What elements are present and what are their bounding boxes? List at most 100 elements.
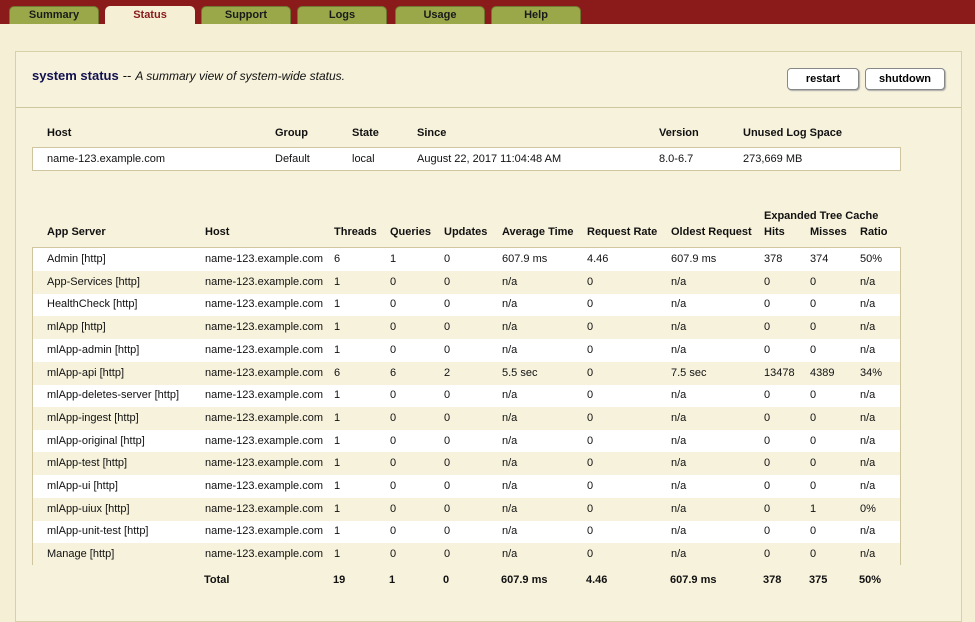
title-separator: --	[122, 68, 132, 83]
restart-button[interactable]: restart	[787, 68, 859, 90]
request-rate-cell: 0	[587, 411, 594, 424]
table-row[interactable]: mlApp-deletes-server [http] name-123.exam…	[33, 384, 900, 407]
hits-cell: 0	[764, 548, 771, 561]
col-unused-log-space: Unused Log Space	[743, 127, 843, 139]
queries-cell: 0	[390, 298, 397, 311]
tab-status[interactable]: Status	[105, 6, 195, 24]
average-time-cell: n/a	[502, 275, 518, 288]
oldest-request-cell: n/a	[671, 502, 687, 515]
updates-cell: 0	[444, 525, 451, 538]
updates-cell: 0	[444, 457, 451, 470]
table-row[interactable]: mlApp-unit-test [http] name-123.example.c…	[33, 520, 900, 543]
oldest-request-cell: n/a	[671, 434, 687, 447]
table-row[interactable]: mlApp-api [http] name-123.example.com 6 6 2 5…	[33, 361, 900, 385]
threads-cell: 6	[334, 366, 341, 379]
table-row[interactable]: App-Services [http] name-123.example.com 1…	[33, 270, 900, 294]
since-cell: August 22, 2017 11:04:48 AM	[417, 153, 562, 165]
host-table: name-123.example.com Default local Augus…	[32, 147, 901, 171]
col-state: State	[352, 127, 379, 139]
queries-cell: 1	[390, 253, 397, 265]
tab-usage[interactable]: Usage	[395, 6, 485, 24]
host-cell: name-123.example.com	[205, 525, 324, 538]
request-rate-cell: 0	[587, 457, 594, 470]
average-time-cell: n/a	[502, 502, 518, 515]
oldest-request-cell: n/a	[671, 389, 687, 402]
table-row[interactable]: Manage [http] name-123.example.com 1 0 0 n/a 0…	[33, 543, 900, 567]
hits-cell: 0	[764, 321, 771, 334]
request-rate-cell: 0	[587, 548, 594, 561]
app-server-cell: mlApp-deletes-server [http]	[47, 389, 180, 402]
threads-cell: 1	[334, 321, 341, 334]
host-cell: name-123.example.com	[205, 343, 324, 356]
table-row[interactable]: mlApp-ingest [http] name-123.example.com 1…	[33, 406, 900, 430]
misses-cell: 0	[810, 548, 817, 561]
misses-cell: 0	[810, 411, 817, 424]
misses-cell: 0	[810, 343, 817, 356]
state-cell: local	[352, 153, 375, 165]
table-row[interactable]: name-123.example.com Default local Augus…	[33, 148, 900, 171]
total-average-time-cell: 607.9 ms	[501, 574, 548, 586]
table-row[interactable]: mlApp-ui [http] name-123.example.com 1 0 0 n/…	[33, 475, 900, 498]
updates-cell: 0	[444, 253, 451, 265]
average-time-cell: n/a	[502, 343, 518, 356]
ratio-cell: n/a	[860, 411, 876, 424]
oldest-request-cell: n/a	[671, 343, 687, 356]
table-row[interactable]: mlApp [http] name-123.example.com 1 0 0 n/a 0 n…	[33, 316, 900, 340]
table-row[interactable]: mlApp-original [http] name-123.example.co…	[33, 430, 900, 453]
table-row[interactable]: mlApp-uiux [http] name-123.example.com 1 0 0…	[33, 497, 900, 521]
updates-cell: 0	[444, 389, 451, 402]
table-row[interactable]: mlApp-test [http] name-123.example.com 1 0 0…	[33, 452, 900, 476]
host-cell: name-123.example.com	[47, 153, 166, 165]
col-threads: Threads	[334, 226, 377, 238]
oldest-request-cell: n/a	[671, 548, 687, 561]
table-row[interactable]: mlApp-admin [http] name-123.example.com 1 0…	[33, 339, 900, 362]
threads-cell: 1	[334, 275, 341, 288]
shutdown-button[interactable]: shutdown	[865, 68, 945, 90]
app-server-cell: mlApp-ingest [http]	[47, 411, 139, 424]
col-since: Since	[417, 127, 447, 139]
ratio-cell: 0%	[860, 502, 876, 515]
threads-cell: 1	[334, 480, 341, 492]
hits-cell: 0	[764, 343, 771, 356]
hits-cell: 0	[764, 411, 771, 424]
queries-cell: 0	[390, 480, 397, 492]
request-rate-cell: 0	[587, 343, 594, 356]
threads-cell: 1	[334, 298, 341, 311]
host-cell: name-123.example.com	[205, 548, 324, 561]
tab-summary[interactable]: Summary	[9, 6, 99, 24]
host-cell: name-123.example.com	[205, 480, 324, 492]
host-cell: name-123.example.com	[205, 298, 324, 311]
queries-cell: 0	[390, 343, 397, 356]
col-version: Version	[659, 127, 699, 139]
tab-support[interactable]: Support	[201, 6, 291, 24]
col-misses: Misses	[810, 226, 847, 238]
hits-cell: 0	[764, 389, 771, 402]
updates-cell: 0	[444, 434, 451, 447]
total-updates-cell: 0	[443, 574, 450, 586]
ratio-cell: n/a	[860, 343, 876, 356]
updates-cell: 0	[444, 480, 451, 492]
total-request-rate-cell: 4.46	[586, 574, 608, 586]
hits-cell: 0	[764, 298, 771, 311]
oldest-request-cell: n/a	[671, 275, 687, 288]
app-server-cell: mlApp-ui [http]	[47, 480, 118, 492]
total-row: Total 19 1 0 607.9 ms 4.46 607.9 ms 378 375 50%	[32, 569, 901, 592]
request-rate-cell: 4.46	[587, 253, 609, 265]
top-nav-bar: Summary Status Support Logs Usage Help	[0, 0, 975, 24]
total-misses-cell: 375	[809, 574, 828, 586]
tab-help[interactable]: Help	[491, 6, 581, 24]
table-row[interactable]: Admin [http] name-123.example.com 6 1 0 607.9…	[33, 248, 900, 271]
app-server-cell: Admin [http]	[47, 253, 106, 265]
tab-logs[interactable]: Logs	[297, 6, 387, 24]
hits-cell: 0	[764, 502, 771, 515]
col-average-time: Average Time	[502, 226, 574, 238]
table-row[interactable]: HealthCheck [http] name-123.example.com 1 0…	[33, 293, 900, 316]
misses-cell: 0	[810, 434, 817, 447]
request-rate-cell: 0	[587, 321, 594, 334]
queries-cell: 0	[390, 411, 397, 424]
misses-cell: 0	[810, 480, 817, 492]
ratio-cell: n/a	[860, 480, 876, 492]
queries-cell: 6	[390, 366, 397, 379]
average-time-cell: n/a	[502, 434, 518, 447]
updates-cell: 0	[444, 321, 451, 334]
